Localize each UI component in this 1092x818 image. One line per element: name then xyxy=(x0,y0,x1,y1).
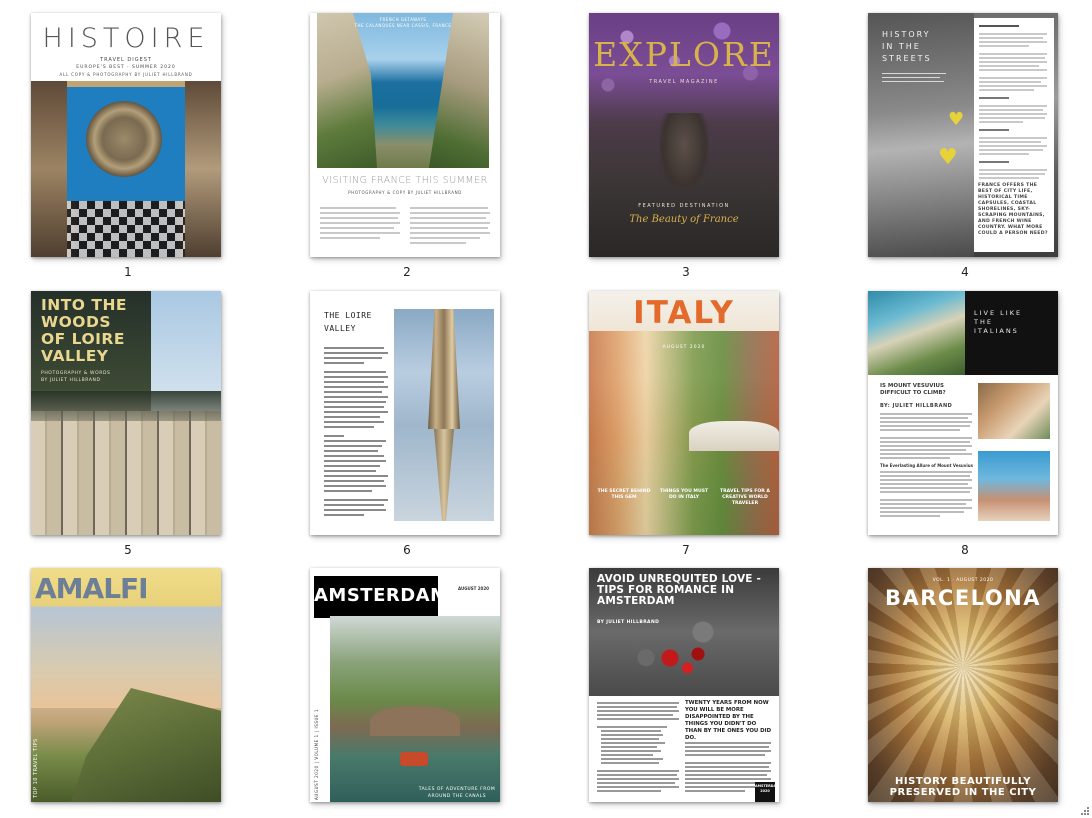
page-title: INTO THE WOODS OF LOIRE VALLEY xyxy=(41,296,128,365)
page-thumbnail-10[interactable]: AMSTERDAM AUGUST 2020 AUGUST 2020 | VOLU… xyxy=(310,568,500,802)
page-title: VISITING FRANCE THIS SUMMER xyxy=(322,175,488,186)
cover-photo xyxy=(317,13,489,168)
side-text: TOP 10 TRAVEL TIPS xyxy=(33,738,39,798)
page-thumbnail-1[interactable]: HISTOIRE TRAVEL DIGEST EUROPE'S BEST · S… xyxy=(31,13,221,257)
cover-photo xyxy=(31,81,221,257)
page-byline-name: BY JULIET HILLBRAND xyxy=(41,378,101,383)
page-thumbnail-4[interactable]: ♥ ♥ HISTORY IN THE STREETS FRANCE OFFERS… xyxy=(868,13,1058,257)
page-number: 3 xyxy=(682,265,690,279)
page-edition: EUROPE'S BEST · SUMMER 2020 xyxy=(76,65,176,70)
pull-quote: FRANCE OFFERS THE BEST OF CITY LIFE, HIS… xyxy=(978,183,1048,236)
portrait-photo-1 xyxy=(978,383,1050,439)
page-title: AMALFI xyxy=(35,572,149,605)
cafe-umbrellas xyxy=(689,421,779,451)
page-thumbnail-3[interactable]: EXPLORE TRAVEL MAGAZINE FEATURED DESTINA… xyxy=(589,13,779,257)
page-thumbnail-5[interactable]: INTO THE WOODS OF LOIRE VALLEY PHOTOGRAP… xyxy=(31,291,221,535)
story-card-2[interactable]: THINGS YOU MUST DO IN ITALY xyxy=(657,489,711,501)
page-number: 1 xyxy=(124,265,132,279)
page-title: LIVE LIKE THE ITALIANS xyxy=(974,309,1023,335)
resize-grip-icon[interactable] xyxy=(1080,806,1090,816)
medallion-image xyxy=(86,101,162,177)
fountain-statue xyxy=(659,113,709,193)
page-title: HISTOIRE xyxy=(42,23,210,54)
page-subtitle: TRAVEL DIGEST xyxy=(100,57,152,63)
page-title: EXPLORE xyxy=(593,35,775,74)
page-title: BARCELONA xyxy=(885,586,1041,610)
page-thumbnail-6[interactable]: THE LOIRE VALLEY xyxy=(310,291,500,535)
portrait-photo-2 xyxy=(978,451,1050,521)
page-number: 2 xyxy=(403,265,411,279)
page-subtitle: TRAVEL MAGAZINE xyxy=(649,79,719,85)
page-byline: BY JULIET HILLBRAND xyxy=(597,620,660,625)
spine-text: AUGUST 2020 | VOLUME 1 | ISSUE 1 xyxy=(314,708,319,800)
heart-icon: ♥ xyxy=(948,109,965,130)
photo-kicker: FRENCH GETAWAYS xyxy=(379,17,427,22)
page-title: AMSTERDAM xyxy=(314,585,449,606)
page-number: 5 xyxy=(124,543,132,557)
sunset-sky xyxy=(31,608,221,708)
page-date: VOL. 1 · AUGUST 2020 xyxy=(932,578,994,583)
page-number: 8 xyxy=(961,543,969,557)
page-title: ITALY xyxy=(633,295,735,331)
page-thumbnail-12[interactable]: VOL. 1 · AUGUST 2020 BARCELONA HISTORY B… xyxy=(868,568,1058,802)
chateau-photo xyxy=(31,411,221,535)
article-byline: BY: JULIET HILLBRAND xyxy=(880,403,953,409)
coast-photo xyxy=(868,291,965,375)
cover-headline: HISTORY BEAUTIFULLY PRESERVED IN THE CIT… xyxy=(889,776,1037,798)
pull-quote: TWENTY YEARS FROM NOW YOU WILL BE MORE D… xyxy=(685,700,772,741)
page-title: AVOID UNREQUITED LOVE - TIPS FOR ROMANCE… xyxy=(597,573,762,607)
page-number: 6 xyxy=(403,543,411,557)
page-number: 7 xyxy=(682,543,690,557)
feature-label: FEATURED DESTINATION xyxy=(638,203,730,209)
page-byline: PHOTOGRAPHY & WORDS xyxy=(41,371,111,376)
canal-photo xyxy=(330,616,500,802)
page-credit: ALL COPY & PHOTOGRAPHY BY JULIET HILLBRA… xyxy=(59,72,193,77)
page-title: HISTORY IN THE STREETS xyxy=(882,30,932,63)
page-thumbnail-2[interactable]: FRENCH GETAWAYS THE CALANQUES NEAR CASSI… xyxy=(310,13,500,257)
page-date: AUGUST 2020 xyxy=(458,586,489,591)
page-thumbnail-9[interactable]: AMALFI TOP 10 TRAVEL TIPS xyxy=(31,568,221,802)
page-thumbnail-7[interactable]: ITALY AUGUST 2020 THE SECRET BEHIND THIS… xyxy=(589,291,779,535)
chateau-spire-photo xyxy=(394,309,494,521)
heart-icon: ♥ xyxy=(938,145,958,170)
page-number: 4 xyxy=(961,265,969,279)
story-card-3[interactable]: TRAVEL TIPS FOR A CREATIVE WORLD TRAVELE… xyxy=(717,489,773,507)
cover-caption: TALES OF ADVENTURE FROM AROUND THE CANAL… xyxy=(418,787,496,799)
photo-kicker-location: THE CALANQUES NEAR CASSIS, FRANCE xyxy=(354,23,452,28)
page-title: THE LOIRE VALLEY xyxy=(324,311,372,333)
page-byline: PHOTOGRAPHY & COPY BY JULIET HILLBRAND xyxy=(348,190,462,195)
article-subhead: The Everlasting Allure of Mount Vesuvius xyxy=(880,463,973,468)
article-question: IS MOUNT VESUVIUS DIFFICULT TO CLIMB? xyxy=(880,383,946,396)
rose-petals xyxy=(649,638,719,678)
page-thumbnail-11[interactable]: AVOID UNREQUITED LOVE - TIPS FOR ROMANCE… xyxy=(589,568,779,802)
page-tag: AMSTERDAM 2020 xyxy=(755,782,779,802)
page-date: AUGUST 2020 xyxy=(662,345,706,350)
feature-title: The Beauty of France xyxy=(629,214,739,225)
story-card-1[interactable]: THE SECRET BEHIND THIS GEM xyxy=(597,489,651,501)
page-thumbnail-8[interactable]: LIVE LIKE THE ITALIANS IS MOUNT VESUVIUS… xyxy=(868,291,1058,535)
